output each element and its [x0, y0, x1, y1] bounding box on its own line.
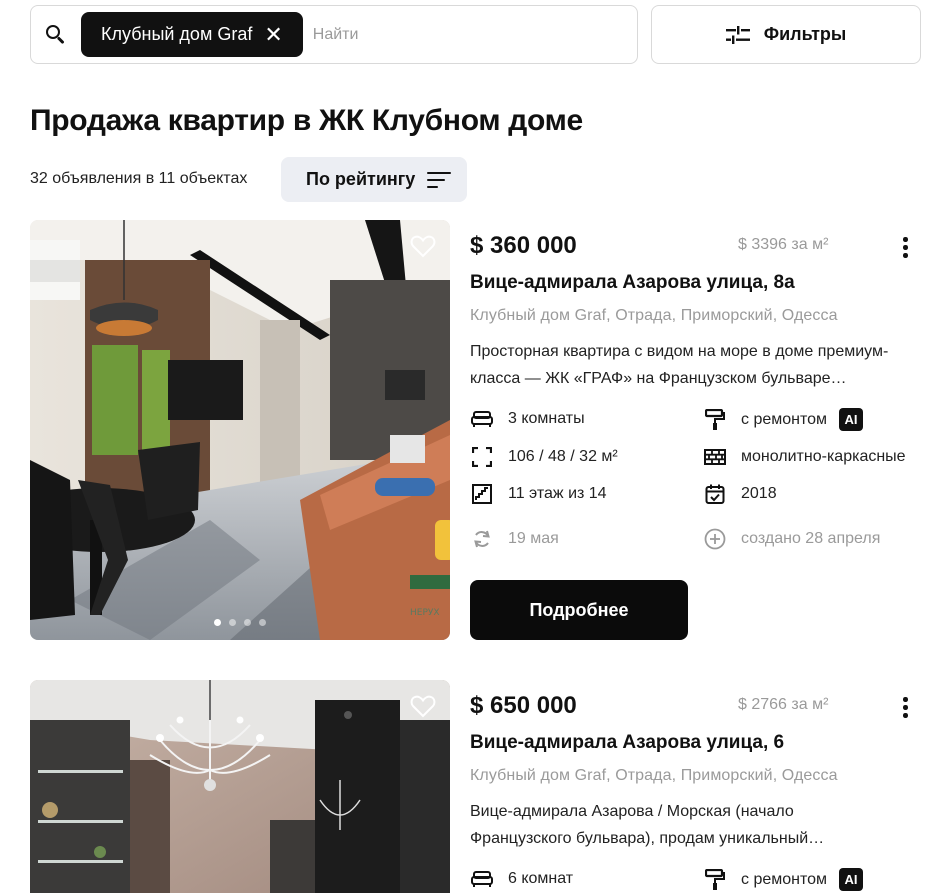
- search-icon[interactable]: [46, 24, 66, 45]
- carousel-dot[interactable]: [229, 619, 236, 626]
- paint-roller-icon: [703, 868, 727, 891]
- construction-value: монолитно-каркасные: [741, 448, 906, 465]
- ai-badge[interactable]: AI: [839, 408, 864, 431]
- sliders-icon: [725, 25, 750, 44]
- description-line: Французского бульвара), продам уникальны…: [470, 830, 825, 847]
- feature-year: 2018: [703, 483, 777, 505]
- feature-rooms: 3 комнаты: [470, 408, 585, 430]
- listing-location: Клубный дом Graf, Отрада, Приморский, Од…: [470, 307, 838, 324]
- carousel-dot[interactable]: [259, 619, 266, 626]
- listing-card[interactable]: НЕРУХ $ 360 000 $ 3396 за м² Вице-адмира…: [30, 220, 920, 640]
- search-bar: Клубный дом Graf ✕: [30, 5, 638, 64]
- price-per-m2: $ 3396 за м²: [738, 236, 829, 253]
- page-title: Продажа квартир в ЖК Клубном доме: [30, 104, 583, 137]
- heart-icon[interactable]: [410, 694, 436, 718]
- year-value: 2018: [741, 485, 777, 502]
- search-chip-label: Клубный дом Graf: [101, 24, 253, 44]
- listing-price: $ 360 000: [470, 232, 577, 259]
- description-line: класса — ЖК «ГРАФ» на Французском бульва…: [470, 370, 847, 387]
- condition-value: с ремонтом: [741, 870, 828, 888]
- listing-card[interactable]: $ 650 000 $ 2766 за м² Вице-адмирала Аза…: [30, 680, 920, 893]
- feature-rooms: 6 комнат: [470, 868, 573, 890]
- brick-wall-icon: [703, 446, 727, 468]
- price-per-m2: $ 2766 за м²: [738, 696, 829, 713]
- calendar-icon: [703, 483, 727, 505]
- apartment-photo: [30, 680, 450, 893]
- photo-watermark: НЕРУХ: [410, 608, 440, 618]
- filters-button[interactable]: Фильтры: [651, 5, 921, 64]
- description-line: Вице-адмирала Азарова / Морская (начало: [470, 803, 794, 820]
- photo-carousel-dots[interactable]: [214, 619, 266, 626]
- filters-label: Фильтры: [763, 24, 847, 44]
- details-button[interactable]: Подробнее: [470, 580, 688, 640]
- feature-area: 106 / 48 / 32 м²: [470, 446, 618, 468]
- listing-photo[interactable]: НЕРУХ: [30, 220, 450, 640]
- rooms-value: 6 комнат: [508, 870, 574, 887]
- feature-floor: 11 этаж из 14: [470, 483, 607, 505]
- description-line: Просторная квартира с видом на море в до…: [470, 343, 889, 360]
- feature-updated: 19 мая: [470, 528, 559, 550]
- area-value: 106 / 48 / 32 м²: [508, 448, 618, 465]
- listing-description: Просторная квартира с видом на море в до…: [470, 338, 925, 392]
- apartment-photo: НЕРУХ: [30, 220, 450, 640]
- feature-construction: монолитно-каркасные: [703, 446, 906, 468]
- heart-icon[interactable]: [410, 234, 436, 258]
- listing-location: Клубный дом Graf, Отрада, Приморский, Од…: [470, 767, 838, 784]
- created-value: создано 28 апреля: [741, 530, 881, 547]
- plus-circle-icon: [703, 528, 727, 550]
- updated-value: 19 мая: [508, 530, 559, 547]
- rooms-value: 3 комнаты: [508, 410, 585, 427]
- sort-button[interactable]: По рейтингу: [281, 157, 467, 202]
- area-icon: [470, 446, 494, 468]
- more-options-icon[interactable]: [900, 235, 910, 259]
- close-icon[interactable]: ✕: [264, 23, 282, 46]
- refresh-icon: [470, 528, 494, 550]
- floor-value: 11 этаж из 14: [508, 485, 607, 502]
- condition-value: с ремонтом: [741, 410, 828, 428]
- bed-icon: [470, 868, 494, 890]
- listing-address[interactable]: Вице-адмирала Азарова улица, 6: [470, 732, 784, 754]
- sort-icon: [427, 171, 451, 189]
- ai-badge[interactable]: AI: [839, 868, 864, 891]
- search-filter-chip[interactable]: Клубный дом Graf ✕: [81, 12, 303, 57]
- stairs-icon: [470, 483, 494, 505]
- more-options-icon[interactable]: [900, 695, 910, 719]
- listing-address[interactable]: Вице-адмирала Азарова улица, 8а: [470, 272, 795, 294]
- feature-condition: с ремонтом AI: [703, 408, 864, 431]
- listing-price: $ 650 000: [470, 692, 577, 719]
- listing-photo[interactable]: [30, 680, 450, 893]
- paint-roller-icon: [703, 408, 727, 431]
- feature-created: создано 28 апреля: [703, 528, 880, 550]
- listing-description: Вице-адмирала Азарова / Морская (начало …: [470, 798, 925, 852]
- listing-count: 32 объявления в 11 объектах: [30, 170, 248, 187]
- search-input[interactable]: [312, 25, 593, 44]
- bed-icon: [470, 408, 494, 430]
- sort-label: По рейтингу: [306, 169, 416, 189]
- carousel-dot[interactable]: [214, 619, 221, 626]
- carousel-dot[interactable]: [244, 619, 251, 626]
- feature-condition: с ремонтом AI: [703, 868, 864, 891]
